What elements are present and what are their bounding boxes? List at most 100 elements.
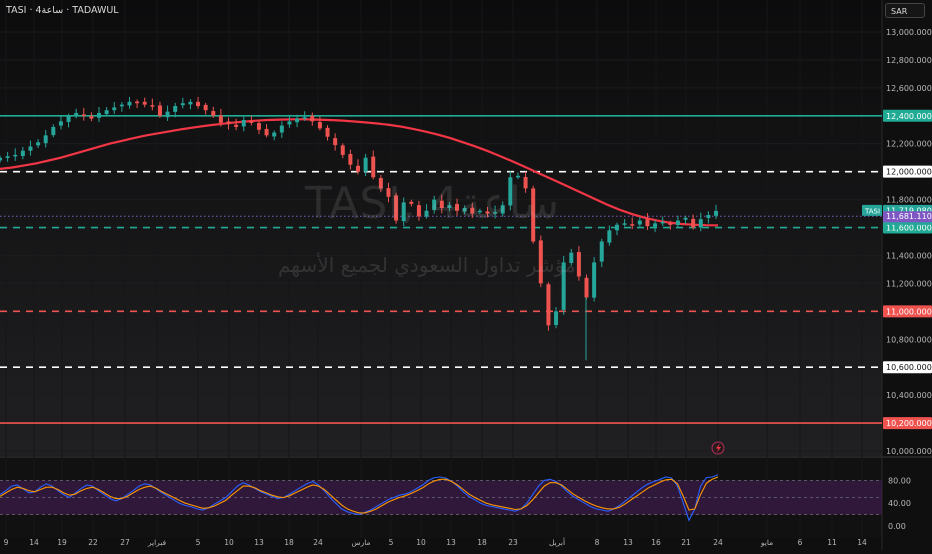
price-tick-label: 12,200.000: [886, 140, 932, 149]
symbol-name: TASI: [6, 5, 27, 16]
candle-body: [119, 104, 124, 107]
candle-body: [112, 107, 117, 111]
rsi-tick-label: 0.00: [888, 522, 906, 531]
candle-body: [203, 104, 208, 111]
candle-body: [264, 128, 269, 136]
time-tick-label: 24: [713, 538, 723, 547]
rsi-tick-label: 40.00: [888, 499, 911, 508]
level-price-label: 12,000.000: [886, 168, 932, 177]
candle-body: [272, 132, 277, 137]
candle-body: [698, 219, 703, 228]
candle-body: [592, 262, 597, 298]
candle-body: [287, 121, 292, 125]
time-tick-label: 8: [595, 538, 600, 547]
price-tick-label: 10,800.000: [886, 335, 932, 344]
time-tick-label: 5: [389, 538, 394, 547]
candle-body: [356, 165, 360, 172]
time-tick-label: 18: [477, 538, 487, 547]
candle-body: [256, 123, 261, 130]
candle-body: [20, 150, 25, 157]
candle-body: [89, 116, 94, 119]
trading-chart[interactable]: 13,000.000 12,800.000 12,600.000 12,400.000…: [0, 0, 932, 550]
candle-body: [180, 103, 185, 106]
symbol-header[interactable]: TASI · 4ساعة · TADAWUL: [6, 5, 119, 16]
candle-body: [691, 218, 696, 228]
time-tick-label: 27: [120, 538, 130, 547]
time-tick-label: فبراير: [147, 538, 167, 547]
candle-body: [310, 115, 315, 122]
candle-body: [714, 210, 718, 216]
candle-body: [546, 284, 551, 326]
price-tick-label: 12,600.000: [886, 84, 932, 93]
candle-body: [43, 135, 48, 144]
candle-body: [234, 124, 239, 127]
lightning-icon[interactable]: [711, 441, 725, 455]
candle-body: [218, 115, 223, 123]
candle-body: [660, 221, 665, 224]
time-tick-label: 18: [284, 538, 294, 547]
price-axis-bg: [882, 0, 932, 550]
time-tick-label: 24: [313, 538, 323, 547]
candle-body: [683, 217, 688, 220]
timeframe-label: 4ساعة: [35, 5, 64, 16]
candle-body: [371, 156, 376, 178]
candle-body: [36, 142, 41, 146]
candle-body: [226, 121, 231, 125]
time-tick-label: 14: [29, 538, 39, 547]
candle-body: [97, 113, 102, 118]
other-price-label: 11,681.110: [886, 212, 932, 221]
candle-body: [706, 214, 711, 219]
time-tick-label: مايو: [760, 538, 773, 547]
candle-body: [584, 277, 589, 298]
time-tick-label: أبريل: [549, 537, 565, 547]
candle-body: [81, 114, 86, 116]
candle-body: [295, 118, 300, 123]
time-tick-label: 23: [508, 538, 518, 547]
time-tick-label: 16: [651, 538, 661, 547]
candle-body: [74, 113, 79, 116]
candle-body: [58, 121, 63, 126]
candle-body: [363, 157, 368, 172]
candle-body: [51, 126, 56, 136]
time-tick-label: 9: [4, 538, 9, 547]
candle-body: [340, 145, 345, 155]
candle-body: [135, 101, 140, 104]
level-price-label: 11,000.000: [886, 307, 932, 316]
time-tick-label: 10: [416, 538, 426, 547]
candle-body: [13, 154, 18, 157]
watermark-ticker: TASI, 4ساعة: [305, 178, 560, 229]
time-tick-label: مارس: [351, 538, 370, 547]
candle-body: [0, 157, 2, 161]
candle-body: [645, 219, 650, 227]
time-tick-label: 6: [798, 538, 803, 547]
price-tick-label: 11,800.000: [886, 196, 932, 205]
candle-body: [622, 223, 627, 225]
candle-body: [157, 105, 162, 116]
rsi-indicator: [0, 474, 882, 522]
candle-body: [127, 101, 132, 106]
candle-body: [325, 127, 330, 137]
time-tick-label: 13: [446, 538, 456, 547]
symbol-tag-label: TASI: [864, 207, 880, 215]
candle-body: [599, 241, 604, 262]
candle-body: [630, 224, 635, 226]
time-tick-label: 11: [827, 538, 837, 547]
candle-body: [668, 223, 673, 225]
rsi-tick-label: 80.00: [888, 476, 911, 485]
candle-body: [241, 119, 246, 127]
price-tick-label: 10,400.000: [886, 391, 932, 400]
time-tick-label: 19: [57, 538, 67, 547]
candle-body: [607, 230, 612, 243]
candle-body: [675, 220, 680, 226]
candle-body: [653, 223, 658, 227]
currency-button[interactable]: SAR: [885, 3, 925, 18]
price-tick-label: 13,000.000: [886, 28, 932, 37]
header-separator-2: ·: [66, 5, 70, 16]
candle-body: [637, 220, 642, 225]
price-tick-label: 11,400.000: [886, 251, 932, 260]
candle-body: [302, 117, 307, 119]
candle-body: [165, 111, 170, 118]
level-price-label: 12,400.000: [886, 112, 932, 121]
candle-body: [554, 311, 559, 326]
time-tick-label: 10: [224, 538, 234, 547]
